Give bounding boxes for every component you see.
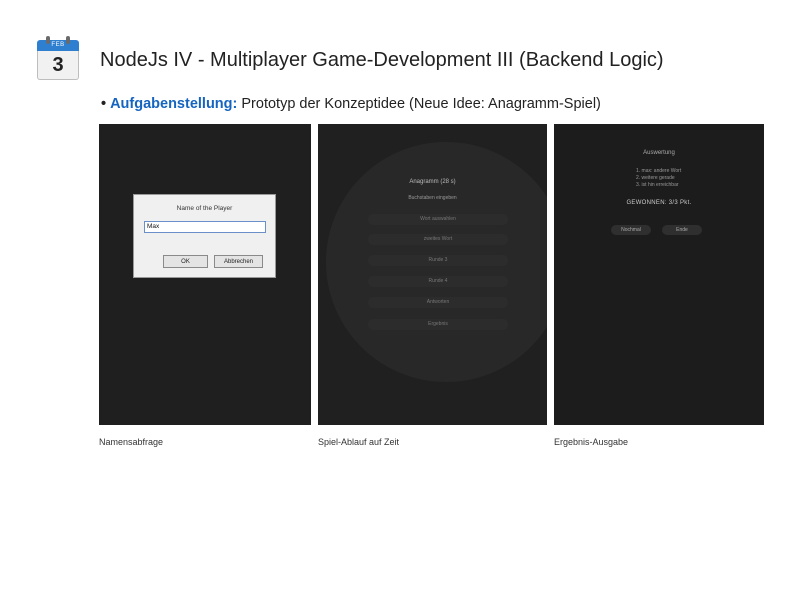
screenshot-game-flow: Anagramm (28 s) Buchstaben eingeben Wort… [318, 124, 547, 425]
menu-row[interactable]: zweites Wort [368, 234, 508, 245]
name-dialog: Name of the Player Max OK Abbrechen [133, 194, 276, 278]
caption-game-flow: Spiel-Ablauf auf Zeit [318, 437, 400, 447]
slide-title: NodeJs IV - Multiplayer Game-Development… [100, 49, 664, 71]
calendar-ring-right [66, 36, 70, 44]
menu-row[interactable]: Wort auswahlen [368, 214, 508, 225]
menu-row[interactable]: Runde 4 [368, 276, 508, 287]
calendar-day: 3 [37, 51, 79, 80]
dialog-label: Name of the Player [176, 205, 233, 212]
result-item: 2. weitere gerade [636, 175, 675, 181]
screenshot-name-prompt: Name of the Player Max OK Abbrechen [99, 124, 311, 425]
result-item: 3. ist hin erreichbar [636, 182, 679, 188]
cancel-button[interactable]: Abbrechen [214, 255, 263, 268]
menu-title: Anagramm (28 s) [409, 179, 456, 185]
menu-row[interactable]: Antworten [368, 297, 508, 308]
player-name-input[interactable]: Max [144, 221, 266, 233]
result-item: 1. max: andere Wort [636, 168, 682, 174]
calendar-icon: FEB 3 [37, 36, 79, 80]
calendar-ring-left [46, 36, 50, 44]
menu-row[interactable]: Runde 3 [368, 255, 508, 266]
end-button[interactable]: Ende [662, 225, 702, 235]
screenshot-result: Auswertung 1. max: andere Wort 2. weiter… [554, 124, 764, 425]
menu-subtitle: Buchstaben eingeben [408, 195, 457, 201]
calendar-month: FEB [37, 40, 79, 51]
task-bullet: • Aufgabenstellung: Prototyp der Konzepti… [101, 96, 601, 112]
ok-button[interactable]: OK [163, 255, 208, 268]
result-total: GEWONNEN: 3/3 Pkt. [626, 200, 692, 206]
task-text: Prototyp der Konzeptidee (Neue Idee: Ana… [237, 96, 601, 112]
result-title: Auswertung [643, 150, 675, 156]
caption-result: Ergebnis-Ausgabe [554, 437, 629, 447]
menu-row[interactable]: Ergebnis [368, 319, 508, 330]
task-label: Aufgabenstellung: [110, 96, 238, 112]
bullet-dot: • [101, 96, 107, 112]
play-again-button[interactable]: Nochmal [611, 225, 651, 235]
caption-name-prompt: Namensabfrage [99, 437, 164, 447]
